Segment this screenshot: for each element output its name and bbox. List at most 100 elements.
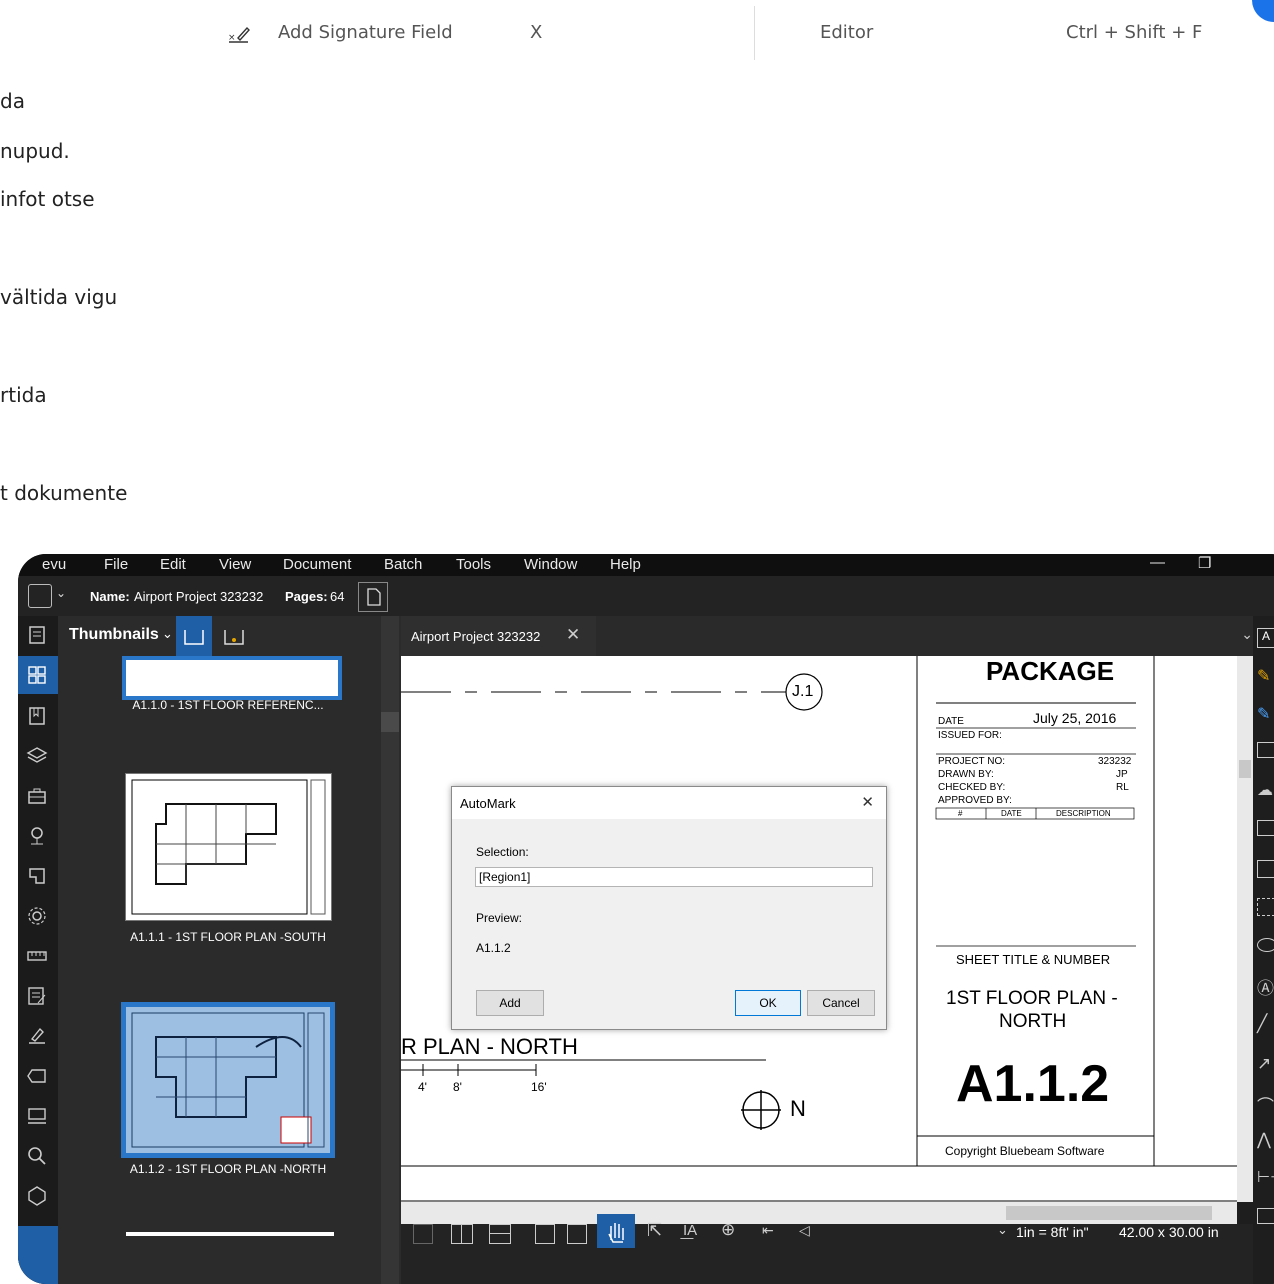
thumbnail-page-1[interactable] <box>122 656 342 700</box>
ok-button[interactable]: OK <box>735 990 801 1016</box>
note-tool-icon[interactable] <box>1257 742 1274 758</box>
sheet-title-label: SHEET TITLE & NUMBER <box>956 952 1111 967</box>
settings-gear-icon[interactable] <box>26 905 48 927</box>
line-tool-icon[interactable]: ╱ <box>1257 1014 1267 1034</box>
drawn-by-value: JP <box>1116 769 1128 780</box>
north-arrow-label: N <box>790 1096 806 1121</box>
select-text-icon[interactable]: I͟A <box>683 1222 697 1239</box>
field-key: X <box>530 22 543 43</box>
menu-help[interactable]: Help <box>610 556 641 573</box>
location-pin-icon[interactable] <box>26 825 48 847</box>
drawn-by-label: DRAWN BY: <box>938 769 994 780</box>
thumbnail-page-3-selected[interactable] <box>121 1002 335 1158</box>
select-arrow-icon[interactable]: ⇱ <box>647 1220 662 1241</box>
snapshot-tool-icon[interactable] <box>1257 898 1274 916</box>
document-viewport[interactable]: J.1 R PLAN - NORTH 4' 8' 16' N PACKAGE D… <box>401 656 1237 1202</box>
document-vertical-scrollbar[interactable] <box>1237 656 1253 1202</box>
floating-action-button[interactable] <box>1252 0 1274 22</box>
horizontal-scrollbar-thumb[interactable] <box>1006 1206 1212 1220</box>
issued-for-label: ISSUED FOR: <box>938 730 1002 741</box>
chevron-down-icon[interactable]: ⌄ <box>997 1222 1008 1238</box>
image-tool-icon[interactable] <box>1257 860 1274 878</box>
menu-edit[interactable]: Edit <box>160 556 186 573</box>
reuse-icon[interactable] <box>567 1224 587 1244</box>
bookmarks-icon[interactable] <box>26 705 48 727</box>
scale-readout[interactable]: 1in = 8ft' in" <box>1016 1224 1089 1240</box>
dimension-tool-icon[interactable]: ⊢⊣ <box>1257 1168 1274 1186</box>
paragraph-line: vältida vigu <box>0 285 118 309</box>
menu-document[interactable]: Document <box>283 556 351 573</box>
category-label: Editor <box>820 22 874 43</box>
cancel-button[interactable]: Cancel <box>807 990 875 1016</box>
close-icon[interactable]: ✕ <box>861 793 874 811</box>
rectangle-tool-icon[interactable] <box>1257 1208 1274 1224</box>
project-no-label: PROJECT NO: <box>938 756 1006 767</box>
panel-scrollbar-thumb[interactable] <box>381 712 399 732</box>
thumbnail-size-small-icon[interactable] <box>176 616 212 656</box>
thumbnails-icon[interactable] <box>26 664 48 686</box>
thumbnail-size-large-icon[interactable] <box>216 616 252 656</box>
thumbnail-page-2[interactable] <box>125 773 332 921</box>
toolchest-icon[interactable] <box>26 785 48 807</box>
paragraph-line: da <box>0 89 25 113</box>
split-horizontal-icon[interactable] <box>489 1224 511 1244</box>
close-tab-icon[interactable]: ✕ <box>566 625 580 645</box>
rev-col-date: DATE <box>1001 809 1022 818</box>
highlighter-tool-icon[interactable]: ✎ <box>1257 666 1270 686</box>
menu-view[interactable]: View <box>219 556 251 573</box>
split-vertical-icon[interactable] <box>451 1224 473 1244</box>
chevron-down-icon[interactable]: ⌄ <box>162 626 173 642</box>
tag-icon[interactable] <box>26 1065 48 1087</box>
panel-scrollbar[interactable] <box>381 616 399 1284</box>
revu-app-window: evu File Edit View Document Batch Tools … <box>18 554 1274 1284</box>
paragraph-line: t dokumente <box>0 481 128 505</box>
arrow-tool-icon[interactable]: ↗ <box>1257 1054 1271 1074</box>
document-scrollbar-thumb[interactable] <box>1239 760 1251 778</box>
add-button[interactable]: Add <box>476 990 544 1016</box>
selection-input[interactable]: [Region1] <box>475 867 873 887</box>
arc-tool-icon[interactable]: ⌒ <box>1257 1092 1274 1117</box>
layers-icon[interactable] <box>26 745 48 767</box>
markups-list-icon[interactable] <box>26 985 48 1007</box>
stamp-a-tool-icon[interactable]: Ⓐ <box>1257 974 1274 999</box>
thumbnail-label: A1.1.2 - 1ST FLOOR PLAN -NORTH <box>129 1162 327 1176</box>
chevron-down-icon[interactable]: ⌄ <box>1241 626 1253 643</box>
3d-model-icon[interactable] <box>26 1185 48 1207</box>
menu-batch[interactable]: Batch <box>384 556 422 573</box>
restore-icon[interactable]: ❐ <box>1198 554 1211 572</box>
menu-app[interactable]: evu <box>42 556 66 573</box>
chevron-down-icon[interactable]: ⌄ <box>56 586 66 600</box>
menu-file[interactable]: File <box>104 556 128 573</box>
menu-tools[interactable]: Tools <box>456 556 491 573</box>
sync-icon[interactable] <box>535 1224 555 1244</box>
document-tab[interactable]: Airport Project 323232 ✕ <box>401 616 596 656</box>
single-page-icon[interactable] <box>413 1224 433 1244</box>
document-horizontal-scrollbar[interactable] <box>401 1202 1237 1224</box>
thumbnail-page-4[interactable] <box>126 1232 334 1236</box>
minimize-icon[interactable]: — <box>1150 554 1165 571</box>
pan-hand-icon[interactable] <box>597 1214 635 1248</box>
search-icon[interactable] <box>26 1145 48 1167</box>
measurements-ruler-icon[interactable] <box>26 945 48 967</box>
field-label: Add Signature Field <box>278 22 453 43</box>
file-access-icon[interactable] <box>26 624 48 646</box>
first-page-icon[interactable]: ⇤ <box>762 1222 774 1239</box>
thumbnails-panel: Thumbnails ⌄ A1.1.0 - 1ST FLOOR REFERENC… <box>58 616 401 1284</box>
cloud-tool-icon[interactable]: ☁ <box>1257 780 1273 800</box>
zoom-icon[interactable]: ⊕ <box>721 1220 735 1240</box>
pen-tool-icon[interactable]: ✎ <box>1257 704 1270 724</box>
profile-icon[interactable] <box>28 584 52 608</box>
previous-page-icon[interactable]: ◁ <box>799 1222 810 1239</box>
menu-window[interactable]: Window <box>524 556 577 573</box>
polyline-tool-icon[interactable]: ⋀ <box>1257 1130 1271 1150</box>
spaces-icon[interactable] <box>26 865 48 887</box>
stamp-icon[interactable] <box>26 1105 48 1127</box>
thumbnail-label: A1.1.1 - 1ST FLOOR PLAN -SOUTH <box>130 930 326 944</box>
callout-tool-icon[interactable] <box>1257 820 1274 836</box>
add-page-icon[interactable] <box>358 582 388 612</box>
signatures-icon[interactable] <box>26 1025 48 1047</box>
studio-button-highlight[interactable] <box>18 1226 58 1284</box>
text-box-tool-icon[interactable]: A <box>1257 628 1274 648</box>
ellipse-tool-icon[interactable] <box>1257 938 1274 952</box>
sheet-title-line1: 1ST FLOOR PLAN - <box>946 988 1118 1009</box>
